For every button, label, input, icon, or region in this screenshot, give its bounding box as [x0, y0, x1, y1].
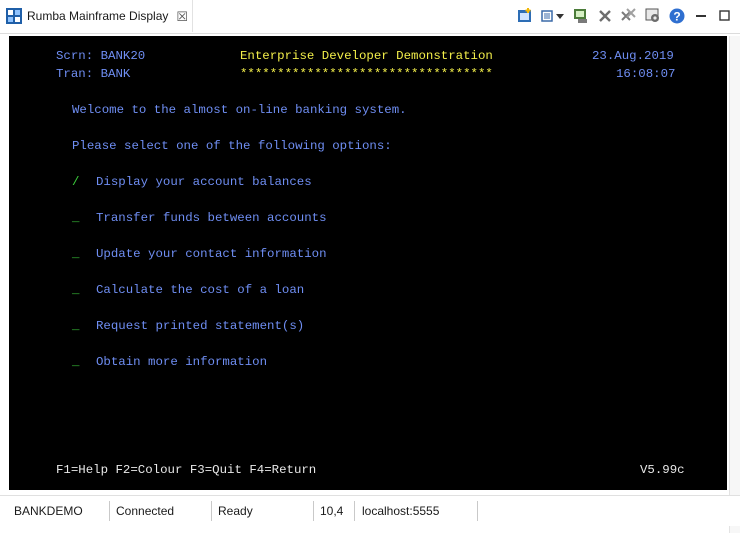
- status-divider: [354, 501, 355, 521]
- session-name: BANKDEMO: [14, 504, 83, 518]
- view-toolbar: ?: [516, 6, 734, 26]
- settings-icon[interactable]: [644, 7, 662, 25]
- screen-id-label: Scrn: BANK20: [56, 49, 146, 63]
- side-panel-edge: [729, 36, 740, 533]
- transaction-label: Tran: BANK: [56, 67, 131, 81]
- option-label: Display your account balances: [96, 175, 312, 189]
- status-bar: BANKDEMO Connected Ready 10,4 localhost:…: [0, 495, 740, 526]
- option-label: Transfer funds between accounts: [96, 211, 327, 225]
- ready-status: Ready: [218, 504, 253, 518]
- time-display: 16:08:07: [616, 67, 676, 81]
- mainframe-terminal-screen[interactable]: Scrn: BANK20 Enterprise Developer Demons…: [9, 36, 727, 490]
- option-select-field[interactable]: _: [72, 283, 79, 297]
- svg-text:?: ?: [673, 10, 680, 24]
- minimize-icon[interactable]: [692, 7, 710, 25]
- close-tab-icon[interactable]: ☒: [176, 10, 188, 23]
- prompt-text: Please select one of the following optio…: [72, 139, 392, 153]
- option-label: Obtain more information: [96, 355, 268, 369]
- status-divider: [211, 501, 212, 521]
- tab-rumba-mainframe-display[interactable]: Rumba Mainframe Display ☒: [0, 0, 193, 32]
- tab-title: Rumba Mainframe Display: [27, 9, 169, 23]
- status-divider: [109, 501, 110, 521]
- option-select-field[interactable]: _: [72, 319, 79, 333]
- version-label: V5.99c: [640, 463, 685, 477]
- function-keys-legend: F1=Help F2=Colour F3=Quit F4=Return: [56, 463, 317, 477]
- option-select-field[interactable]: _: [72, 355, 79, 369]
- tab-bar: Rumba Mainframe Display ☒ ?: [0, 0, 740, 34]
- close-all-sessions-icon[interactable]: [620, 7, 638, 25]
- date-display: 23.Aug.2019: [592, 49, 674, 63]
- header-title: Enterprise Developer Demonstration: [240, 49, 493, 63]
- maximize-icon[interactable]: [716, 7, 734, 25]
- disconnect-icon[interactable]: [572, 7, 590, 25]
- option-label: Calculate the cost of a loan: [96, 283, 305, 297]
- connection-status: Connected: [116, 504, 175, 518]
- help-icon[interactable]: ?: [668, 7, 686, 25]
- option-select-field[interactable]: _: [72, 247, 79, 261]
- close-session-icon[interactable]: [596, 7, 614, 25]
- status-divider: [477, 501, 478, 521]
- menu-dropdown-icon[interactable]: [540, 7, 566, 25]
- welcome-text: Welcome to the almost on-line banking sy…: [72, 103, 407, 117]
- cursor-position: 10,4: [320, 504, 344, 518]
- host-address: localhost:5555: [362, 504, 440, 518]
- status-divider: [313, 501, 314, 521]
- option-select-field[interactable]: _: [72, 211, 79, 225]
- header-stars: **********************************: [240, 67, 493, 81]
- option-select-field[interactable]: /: [72, 175, 79, 189]
- option-label: Update your contact information: [96, 247, 327, 261]
- add-session-icon[interactable]: [516, 7, 534, 25]
- option-label: Request printed statement(s): [96, 319, 305, 333]
- mainframe-app-icon: [6, 8, 22, 24]
